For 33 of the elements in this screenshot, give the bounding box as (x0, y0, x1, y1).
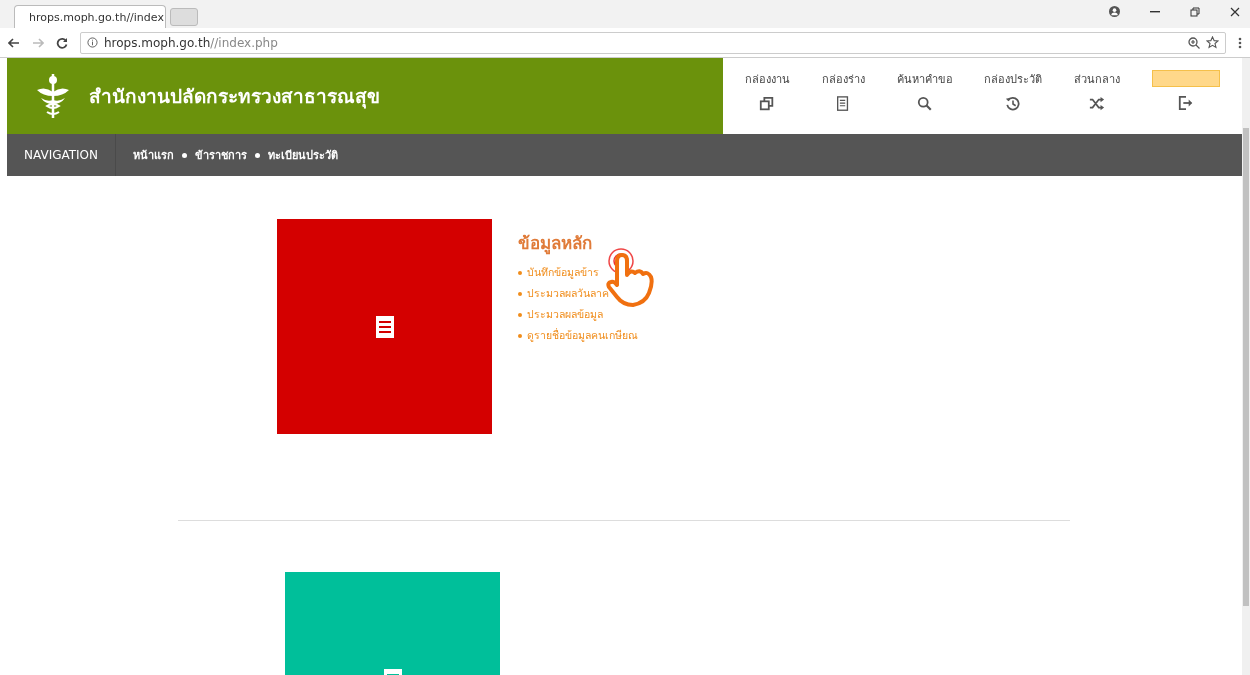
menu-item[interactable]: กล่องประวัติ (984, 70, 1043, 134)
reload-icon[interactable] (56, 36, 68, 49)
document-icon (375, 315, 394, 338)
menu-item[interactable]: กล่องงาน (744, 70, 790, 134)
section-heading: ข้อมูลหลัก (518, 232, 593, 256)
back-icon[interactable] (8, 37, 20, 48)
star-icon[interactable] (1206, 36, 1219, 49)
separator-dot (182, 152, 188, 158)
info-icon (87, 37, 98, 48)
breadcrumb-link[interactable]: ข้าราชการ (195, 146, 248, 164)
zoom-icon[interactable] (1188, 36, 1200, 49)
shuffle-icon (1089, 96, 1106, 112)
menu-item[interactable]: ส่วนกลาง (1074, 70, 1121, 134)
site-title: สำนักงานปลัดกระทรวงสาธารณสุข (89, 84, 380, 111)
browser-tab[interactable]: hrops.moph.go.th//index (14, 5, 166, 28)
restore-icon[interactable] (1190, 6, 1200, 17)
search-icon (916, 96, 933, 112)
minimize-icon[interactable] (1150, 10, 1160, 13)
menu-item[interactable]: กล่องร่าง (821, 70, 865, 134)
breadcrumb-link[interactable]: หน้าแรก (133, 146, 175, 164)
sign-out-icon (1178, 95, 1195, 111)
close-icon[interactable] (1230, 6, 1240, 17)
menu-icon[interactable] (1238, 36, 1242, 49)
copy-icon (759, 96, 776, 112)
history-icon (1005, 96, 1022, 112)
section-tile[interactable] (277, 219, 492, 434)
scrollbar[interactable] (1242, 58, 1250, 675)
address-bar[interactable]: hrops.moph.go.th//index.php (80, 31, 1226, 54)
separator-dot (255, 152, 261, 158)
navigation-label: NAVIGATION (7, 134, 117, 176)
menu-item[interactable]: ค้นหาคำขอ (896, 70, 953, 134)
profile-icon[interactable] (1109, 6, 1120, 17)
breadcrumb-link[interactable]: ทะเบียนประวัติ (268, 146, 339, 164)
